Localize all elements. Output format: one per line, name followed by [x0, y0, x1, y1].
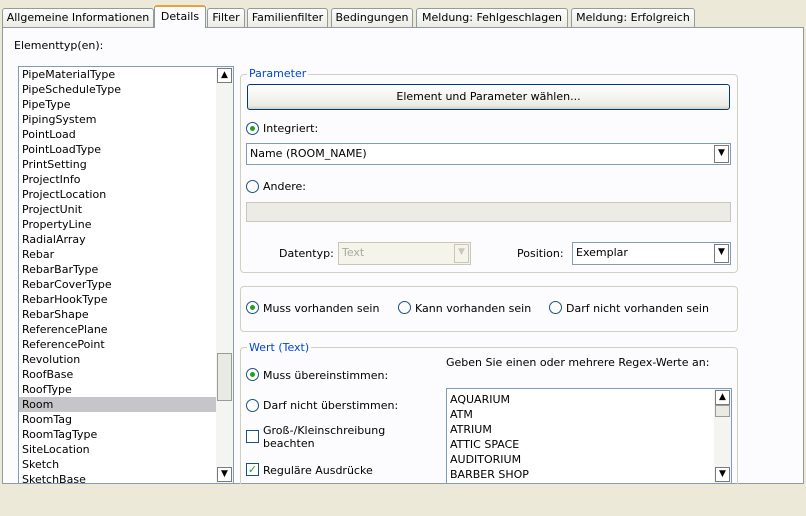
list-item[interactable]: Sketch — [19, 457, 216, 472]
list-item[interactable]: PipeMaterialType — [19, 67, 216, 82]
regex-scrollbar[interactable]: ▲ ▼ — [714, 389, 731, 483]
scroll-up-icon[interactable]: ▲ — [715, 390, 730, 405]
other-parameter-input[interactable] — [246, 202, 731, 222]
element-type-scrollbar[interactable]: ▲ ▼ — [216, 67, 233, 483]
list-item[interactable]: ATRIUM — [447, 422, 713, 437]
other-label: Andere: — [263, 180, 307, 193]
list-item[interactable]: RoofType — [19, 382, 216, 397]
list-item[interactable]: ATM — [447, 407, 713, 422]
scroll-thumb[interactable] — [715, 405, 730, 417]
tab-message-success[interactable]: Meldung: Erfolgreich — [571, 8, 695, 27]
chevron-down-icon[interactable]: ▼ — [714, 145, 729, 163]
list-item[interactable]: RoomTag — [19, 412, 216, 427]
regex-label: Reguläre Ausdrücke — [263, 464, 373, 477]
list-item[interactable]: AUDITORIUM — [447, 452, 713, 467]
list-item[interactable]: SketchBase — [19, 472, 216, 483]
must-not-match-radio[interactable] — [246, 399, 259, 412]
must-not-exist-radio[interactable] — [549, 301, 562, 314]
dialog-footer — [0, 484, 806, 516]
list-item[interactable]: ReferencePlane — [19, 322, 216, 337]
list-item[interactable]: SiteLocation — [19, 442, 216, 457]
position-value: Exemplar — [576, 246, 628, 259]
list-item[interactable]: Revolution — [19, 352, 216, 367]
list-item[interactable]: PointLoadType — [19, 142, 216, 157]
can-exist-radio[interactable] — [398, 301, 411, 314]
must-not-match-label: Darf nicht überstimmen: — [263, 399, 399, 412]
case-sensitive-label-line1: Groß-/Kleinschreibung — [263, 424, 386, 437]
position-select[interactable]: Exemplar ▼ — [572, 242, 731, 265]
element-type-list[interactable]: PipeMaterialType PipeScheduleType PipeType… — [18, 66, 234, 484]
can-exist-label: Kann vorhanden sein — [415, 302, 532, 315]
list-item[interactable]: PointLoad — [19, 127, 216, 142]
list-item[interactable]: ProjectUnit — [19, 202, 216, 217]
integrated-parameter-select[interactable]: Name (ROOM_NAME) ▼ — [246, 143, 731, 165]
datatype-label: Datentyp: — [279, 247, 334, 260]
datatype-value: Text — [342, 246, 365, 259]
list-item[interactable]: Room — [19, 397, 216, 412]
integrated-radio[interactable] — [246, 122, 259, 135]
chevron-down-icon[interactable]: ▼ — [714, 244, 729, 263]
case-sensitive-label-line2: beachten — [263, 437, 315, 450]
list-item[interactable]: RadialArray — [19, 232, 216, 247]
list-item[interactable]: ReferencePoint — [19, 337, 216, 352]
list-item[interactable]: RebarCoverType — [19, 277, 216, 292]
list-item[interactable]: ATTIC SPACE — [447, 437, 713, 452]
datatype-select[interactable]: Text ▼ — [338, 242, 471, 265]
position-label: Position: — [517, 247, 564, 260]
tab-conditions[interactable]: Bedingungen — [331, 8, 413, 27]
tab-message-failed[interactable]: Meldung: Fehlgeschlagen — [416, 8, 568, 27]
list-item[interactable]: PipeScheduleType — [19, 82, 216, 97]
regex-checkbox[interactable]: ✓ — [246, 463, 259, 476]
scroll-thumb[interactable] — [217, 353, 232, 401]
other-radio[interactable] — [246, 180, 259, 193]
regex-values-items: AQUARIUM ATM ATRIUM ATTIC SPACE AUDITORIUM BA… — [447, 392, 713, 482]
parameter-legend: Parameter — [247, 67, 309, 81]
element-types-label: Elementtyp(en): — [14, 39, 104, 52]
list-item[interactable]: AQUARIUM — [447, 392, 713, 407]
list-item[interactable]: PropertyLine — [19, 217, 216, 232]
must-exist-radio[interactable] — [246, 301, 259, 314]
regex-values-list[interactable]: AQUARIUM ATM ATRIUM ATTIC SPACE AUDITORIUM BA… — [446, 388, 732, 484]
list-item[interactable]: RebarShape — [19, 307, 216, 322]
tab-family-filter[interactable]: Familienfilter — [247, 8, 328, 27]
list-item[interactable]: ProjectInfo — [19, 172, 216, 187]
scroll-down-icon[interactable]: ▼ — [715, 467, 730, 482]
must-match-label: Muss übereinstimmen: — [263, 369, 389, 382]
chevron-down-icon[interactable]: ▼ — [454, 244, 469, 263]
tab-filter[interactable]: Filter — [207, 8, 245, 27]
value-legend: Wert (Text) — [247, 341, 312, 355]
must-not-exist-label: Darf nicht vorhanden sein — [566, 302, 709, 315]
list-item[interactable]: RebarBarType — [19, 262, 216, 277]
list-item[interactable]: RoomTagType — [19, 427, 216, 442]
choose-element-parameter-button[interactable]: Element und Parameter wählen... — [247, 84, 730, 110]
list-item[interactable]: RoofBase — [19, 367, 216, 382]
tab-general-info[interactable]: Allgemeine Informationen — [2, 8, 154, 27]
tab-strip: Allgemeine Informationen Details Filter … — [0, 0, 806, 28]
list-item[interactable]: Rebar — [19, 247, 216, 262]
list-item[interactable]: PrintSetting — [19, 157, 216, 172]
regex-prompt: Geben Sie einen oder mehrere Regex-Werte… — [446, 356, 710, 369]
list-item[interactable]: RebarHookType — [19, 292, 216, 307]
integrated-parameter-value: Name (ROOM_NAME) — [250, 147, 367, 160]
list-item[interactable]: BARBER SHOP — [447, 467, 713, 482]
case-sensitive-checkbox[interactable] — [246, 430, 259, 443]
must-match-radio[interactable] — [246, 368, 259, 381]
list-item[interactable]: ProjectLocation — [19, 187, 216, 202]
scroll-down-icon[interactable]: ▼ — [217, 467, 232, 482]
list-item[interactable]: PipeType — [19, 97, 216, 112]
scroll-up-icon[interactable]: ▲ — [217, 68, 232, 83]
integrated-label: Integriert: — [263, 122, 319, 135]
element-type-items: PipeMaterialType PipeScheduleType PipeType… — [19, 67, 216, 483]
must-exist-label: Muss vorhanden sein — [263, 302, 380, 315]
tab-details[interactable]: Details — [154, 5, 206, 28]
list-item[interactable]: PipingSystem — [19, 112, 216, 127]
